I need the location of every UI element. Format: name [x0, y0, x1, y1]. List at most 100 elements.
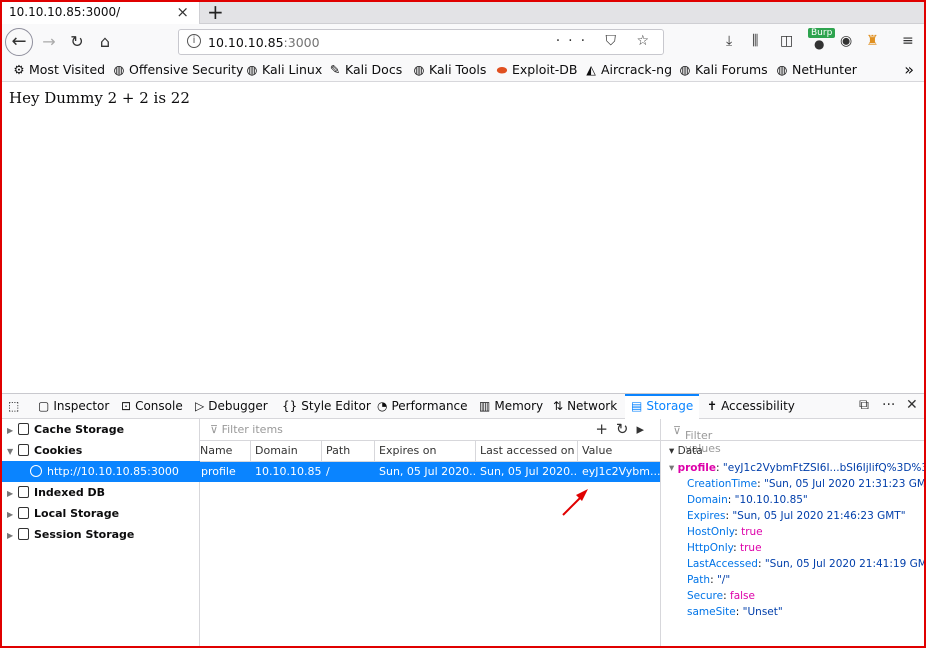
detail-path: Path: "/" — [687, 574, 731, 586]
tab-debugger[interactable]: ▷ Debugger — [195, 394, 268, 419]
close-devtools-icon[interactable]: ✕ — [906, 397, 918, 413]
tab-console[interactable]: ⊡ Console — [121, 394, 183, 419]
data-section-header[interactable]: ▾ Data — [669, 445, 703, 457]
cell-name: profile — [201, 465, 236, 478]
cell-last-accessed: Sun, 05 Jul 2020... — [480, 465, 577, 478]
detail-samesite: sameSite: "Unset" — [687, 606, 783, 618]
dock-icon[interactable]: ⧉ — [859, 397, 869, 413]
refresh-icon[interactable]: ↻ — [616, 420, 637, 438]
column-last-accessed[interactable]: Last accessed on — [475, 441, 574, 462]
gear-icon: ⚙ — [13, 62, 25, 77]
more-options-icon[interactable]: ··· — [882, 397, 895, 413]
storage-sidebar: ▶ Cache Storage ▼ Cookies http://10.10.10.… — [2, 419, 200, 647]
detail-expires: Expires: "Sun, 05 Jul 2020 21:46:23 GMT" — [687, 510, 906, 522]
cookie-table: ⊽ Filter items +↻▸ Name Domain Path Expi… — [200, 419, 660, 647]
bookmark-aircrack-ng[interactable]: ◭ Aircrack-ng — [584, 62, 672, 77]
bookmark-exploit-db[interactable]: ⬬ Exploit-DB — [495, 62, 578, 78]
detail-domain: Domain: "10.10.10.85" — [687, 494, 808, 506]
database-icon — [18, 444, 29, 456]
detail-httponly: HttpOnly: true — [687, 542, 762, 554]
library-icon[interactable]: ⫼ — [752, 33, 758, 49]
menu-icon[interactable]: ≡ — [902, 33, 914, 49]
downloads-icon[interactable]: ⤓ — [726, 33, 732, 49]
bookmark-kali-linux[interactable]: ◍ Kali Linux — [245, 62, 323, 77]
sidebar-item-indexed-db[interactable]: ▶ Indexed DB — [2, 482, 200, 503]
aircrack-icon: ◭ — [586, 62, 596, 77]
home-button[interactable]: ⌂ — [92, 29, 118, 55]
add-item-icon[interactable]: + — [595, 420, 616, 438]
account-icon[interactable]: ◉ — [840, 33, 852, 49]
sidebar-item-cookie-host[interactable]: http://10.10.10.85:3000 — [2, 461, 200, 482]
tab-network[interactable]: ⇅ Network — [553, 394, 617, 419]
sidebar-icon[interactable]: ◫ — [780, 33, 793, 49]
column-domain[interactable]: Domain — [250, 441, 298, 462]
sidebar-item-local-storage[interactable]: ▶ Local Storage — [2, 503, 200, 524]
column-expires[interactable]: Expires on — [374, 441, 436, 462]
bookmark-kali-tools[interactable]: ◍ Kali Tools — [412, 62, 487, 77]
console-icon: ⊡ — [121, 399, 132, 413]
more-bookmarks-icon[interactable]: » — [904, 60, 914, 79]
reload-button[interactable]: ↻ — [64, 29, 90, 55]
cell-expires: Sun, 05 Jul 2020... — [379, 465, 475, 478]
tab-performance[interactable]: ◔ Performance — [377, 394, 468, 419]
cookie-details-panel: ⊽ Filter values ▾ Data ▾ profile: "eyJ1c… — [660, 419, 926, 647]
detail-secure: Secure: false — [687, 590, 755, 602]
storage-icon: ▤ — [631, 399, 643, 413]
extension-icon[interactable]: ♜ — [866, 33, 879, 49]
bookmark-offensive-security[interactable]: ◍ Offensive Security — [112, 62, 244, 77]
tab-memory[interactable]: ▥ Memory — [479, 394, 543, 419]
bookmark-most-visited[interactable]: ⚙ Most Visited — [12, 62, 105, 77]
inspector-icon: ▢ — [38, 399, 50, 413]
bookmarks-toolbar: ⚙ Most Visited ◍ Offensive Security ◍ Kali … — [2, 60, 924, 82]
pick-element-icon[interactable]: ⬚ — [8, 394, 23, 419]
detail-creation-time: CreationTime: "Sun, 05 Jul 2020 21:31:23… — [687, 478, 926, 490]
devtools-toolbar: ⬚ ▢ Inspector ⊡ Console ▷ Debugger {} Style … — [2, 394, 924, 419]
url-text: 10.10.10.85:3000 — [208, 35, 320, 50]
exploit-icon: ⬬ — [496, 62, 508, 77]
sidebar-item-session-storage[interactable]: ▶ Session Storage — [2, 524, 200, 545]
browser-tab[interactable]: 10.10.10.85:3000/ × — [2, 2, 200, 25]
burp-extension-icon[interactable]: ● — [814, 37, 824, 51]
tab-style-editor[interactable]: {} Style Editor — [282, 394, 371, 419]
site-info-icon[interactable]: i — [187, 34, 201, 48]
sidebar-item-cache-storage[interactable]: ▶ Cache Storage — [2, 419, 200, 440]
table-row[interactable]: profile 10.10.10.85 / Sun, 05 Jul 2020..… — [200, 462, 660, 482]
bookmark-nethunter[interactable]: ◍ NetHunter — [775, 62, 857, 77]
page-actions-icon[interactable]: ··· ⛉ ☆ — [556, 33, 657, 49]
bookmark-kali-docs[interactable]: ✎ Kali Docs — [328, 62, 402, 77]
performance-icon: ◔ — [377, 399, 388, 413]
globe-icon: ◍ — [776, 62, 788, 77]
detail-last-accessed: LastAccessed: "Sun, 05 Jul 2020 21:41:19… — [687, 558, 926, 570]
network-icon: ⇅ — [553, 399, 564, 413]
globe-icon — [30, 465, 42, 477]
bookmark-kali-forums[interactable]: ◍ Kali Forums — [678, 62, 768, 77]
cell-value: eyJ1c2Vybm... — [582, 465, 660, 478]
tab-inspector[interactable]: ▢ Inspector — [38, 394, 109, 419]
forward-button[interactable]: → — [36, 29, 62, 55]
detail-profile[interactable]: ▾ profile: "eyJ1c2VybmFtZSI6I...bSI6IjIi… — [669, 462, 926, 474]
kali-icon: ✎ — [329, 62, 341, 77]
globe-icon: ◍ — [413, 62, 425, 77]
devtools-panel: ⬚ ▢ Inspector ⊡ Console ▷ Debugger {} Style … — [2, 393, 926, 647]
style-editor-icon: {} — [282, 399, 298, 413]
back-button[interactable]: ← — [5, 28, 33, 56]
tab-strip: 10.10.10.85:3000/ × + — [2, 0, 924, 25]
column-path[interactable]: Path — [321, 441, 350, 462]
page-message: Hey Dummy 2 + 2 is 22 — [9, 89, 190, 107]
column-name[interactable]: Name — [196, 441, 232, 462]
tab-title: 10.10.10.85:3000/ — [9, 5, 121, 19]
toggle-sidebar-icon[interactable]: ▸ — [636, 420, 652, 438]
cell-domain: 10.10.10.85 — [255, 465, 321, 478]
url-bar[interactable]: i 10.10.10.85:3000 ··· ⛉ ☆ — [178, 29, 664, 55]
filter-values-input[interactable]: ⊽ Filter values — [661, 419, 925, 455]
sidebar-item-cookies[interactable]: ▼ Cookies — [2, 440, 200, 461]
column-value[interactable]: Value — [577, 441, 612, 462]
database-icon — [18, 486, 29, 498]
database-icon — [18, 528, 29, 540]
new-tab-button[interactable]: + — [207, 0, 224, 24]
table-header: Name Domain Path Expires on Last accesse… — [200, 441, 660, 462]
filter-items-input[interactable]: ⊽ Filter items — [210, 423, 283, 436]
close-tab-icon[interactable]: × — [176, 3, 189, 21]
tab-storage[interactable]: ▤ Storage — [625, 394, 700, 419]
tab-accessibility[interactable]: ✝ Accessibility — [707, 394, 795, 419]
